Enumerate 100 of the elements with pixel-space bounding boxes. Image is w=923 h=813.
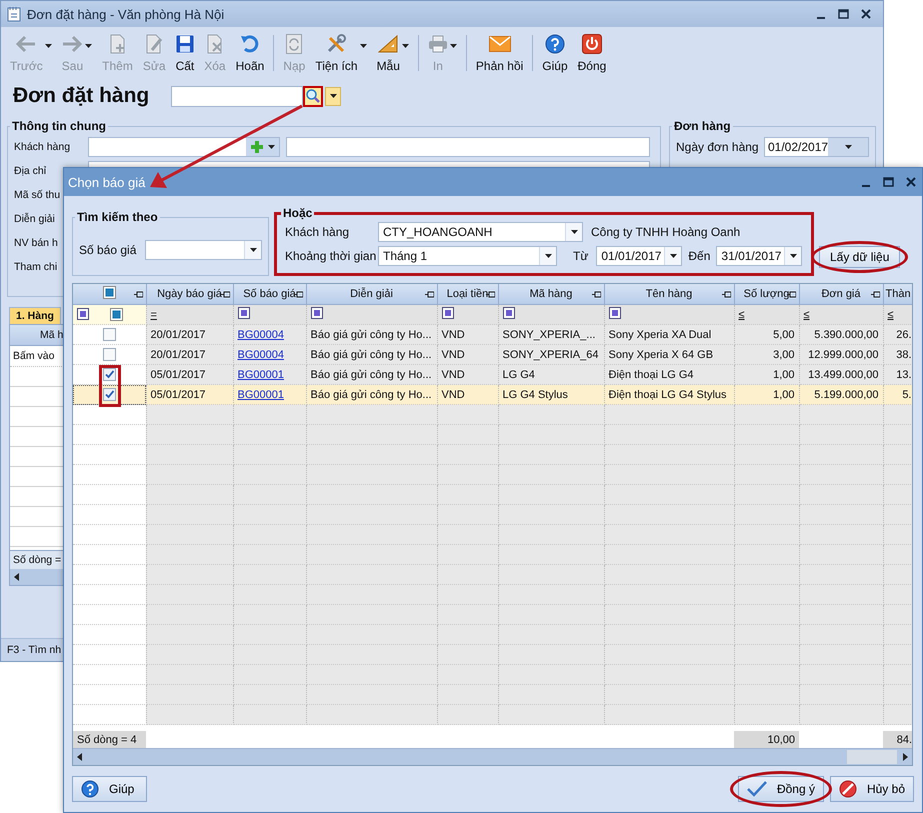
search-field[interactable] [171,86,303,106]
save-icon [176,34,194,54]
table-cell: LG G4 [498,364,604,384]
row-checkbox[interactable] [102,348,116,361]
row-checkbox[interactable] [102,388,116,401]
column-total: 10,00 [734,731,799,748]
group-title: Tìm kiếm theo [76,210,159,224]
to-date-field[interactable]: 31/01/2017 [716,246,802,266]
filter-square-icon [442,307,454,319]
table-cell: Báo giá gửi công ty Ho... [306,384,437,404]
table-cell: 38. [883,344,912,364]
filter-square-icon [310,307,322,319]
row-checkbox[interactable] [102,328,116,341]
grid-row[interactable]: 20/01/2017 BG00004 Báo giá gửi công ty Ho... VND SONY_XPERIA_64 Sony Xperia X 64 GB 3,00 12.999.000,00 38. [73,344,912,364]
toolbar-button[interactable]: Giúp [537,32,573,75]
table-cell: LG G4 Stylus [498,384,604,404]
dropdown-button[interactable] [325,86,341,106]
column-header[interactable] [73,284,146,304]
document-delete-icon [206,34,224,54]
minimize-icon [861,185,871,187]
arrow-left-icon [16,34,36,54]
column-header[interactable]: Diễn giải [306,284,437,304]
grid-row[interactable]: 05/01/2017 BG00001 Báo giá gửi công ty Ho... VND LG G4 Điện thoại LG G4 1,00 13.499.000,00 13. [73,364,912,384]
status-text: F3 - Tìm nh [7,644,62,656]
toolbar-button[interactable]: Mẫu [372,32,414,75]
dialog-button[interactable]: Hủy bỏ [830,776,914,802]
pin-icon [134,291,142,298]
field-label: Đến [688,249,710,263]
fetch-data-button[interactable]: Lấy dữ liệu [819,246,900,268]
caret-icon [44,44,52,48]
grid-row[interactable]: 20/01/2017 BG00004 Báo giá gửi công ty Ho... VND SONY_XPERIA_... Sony Xperia XA Dual 5,00 5.390.000,00 26. [73,324,912,344]
maximize-icon [883,177,894,187]
table-cell: 1,00 [734,364,799,384]
field-label: NV bán h [14,237,59,249]
pin-icon [424,291,434,298]
table-cell: 20/01/2017 [146,344,233,364]
table-cell: 5. [883,384,912,404]
grid-hint: Bấm vào [13,350,54,362]
caret-icon [670,254,677,258]
filter-square-icon [238,307,250,319]
filter-operator[interactable]: ≤ [888,308,894,320]
column-header[interactable]: Mã h [40,329,64,341]
tab[interactable]: 1. Hàng [9,307,61,324]
period-combo[interactable]: Tháng 1 [378,246,557,266]
toolbar-button[interactable]: Phản hồi [470,32,528,75]
date-field[interactable]: 01/02/2017 [764,137,869,157]
table-cell: Điện thoại LG G4 [604,364,734,384]
grid-row[interactable]: 05/01/2017 BG00001 Báo giá gửi công ty Ho... VND LG G4 Stylus Điện thoại LG G4 Stylus 1,00 5.199.000,00 5. [73,384,912,404]
maximize-icon [838,9,849,19]
ruler-icon [378,34,398,54]
customer-name-field[interactable] [286,137,650,157]
field-label: Khoảng thời gian [285,249,378,263]
customer-combo[interactable]: CTY_HOANGOANH [378,222,583,242]
plus-icon [250,140,264,154]
pin-icon [220,291,230,298]
caret-icon [85,44,92,48]
table-cell: 5.199.000,00 [799,384,883,404]
table-cell: 1,00 [734,384,799,404]
toolbar-button[interactable]: Đóng [572,32,612,75]
from-date-field[interactable]: 01/01/2017 [596,246,682,266]
help-icon [81,780,99,798]
column-header[interactable]: Số báo giá [233,284,306,304]
column-header[interactable]: Đơn giá [799,284,883,304]
table-cell: Điện thoại LG G4 Stylus [604,384,734,404]
column-header[interactable]: Thàn [883,284,912,304]
caret-icon [844,145,852,149]
dialog-button[interactable]: Giúp [72,776,147,802]
column-header[interactable]: Tên hàng [604,284,734,304]
table-cell: 12.999.000,00 [799,344,883,364]
filter-square-icon [502,307,514,319]
column-header[interactable]: Ngày báo giá [146,284,233,304]
column-total: 84. [883,731,912,748]
column-header[interactable]: Loại tiền [437,284,498,304]
row-count: Số dòng = 4 [73,731,146,748]
search-button[interactable] [303,86,323,106]
undo-icon [240,34,260,54]
field-label: Tham chi [14,261,58,273]
row-checkbox[interactable] [102,368,116,381]
table-cell: 13. [883,364,912,384]
field-label: Địa chỉ [14,165,48,177]
toolbar-button[interactable]: Cất [170,32,200,75]
dialog-button[interactable]: Đồng ý [738,776,824,802]
toolbar-button[interactable]: Hoãn [230,32,270,75]
customer-name: Công ty TNHH Hoàng Oanh [591,225,740,239]
column-header[interactable]: Số lượng [734,284,799,304]
caret-icon [268,145,275,149]
page-heading: Đơn đặt hàng [13,84,150,108]
field-label: Khách hàng [285,225,350,239]
select-all-checkbox-icon [102,286,116,299]
search-icon [306,89,320,103]
filter-operator[interactable]: = [150,308,157,320]
toolbar-button[interactable]: Tiện ích [310,32,372,75]
horizontal-scrollbar[interactable] [73,748,912,765]
column-header[interactable]: Mã hàng [498,284,604,304]
group-title: Thông tin chung [11,119,107,133]
filter-operator[interactable]: ≤ [804,308,810,320]
pin-icon [592,291,600,298]
filter-operator[interactable]: ≤ [738,308,745,320]
table-cell: Báo giá gửi công ty Ho... [306,324,437,344]
customer-field[interactable] [88,137,280,157]
